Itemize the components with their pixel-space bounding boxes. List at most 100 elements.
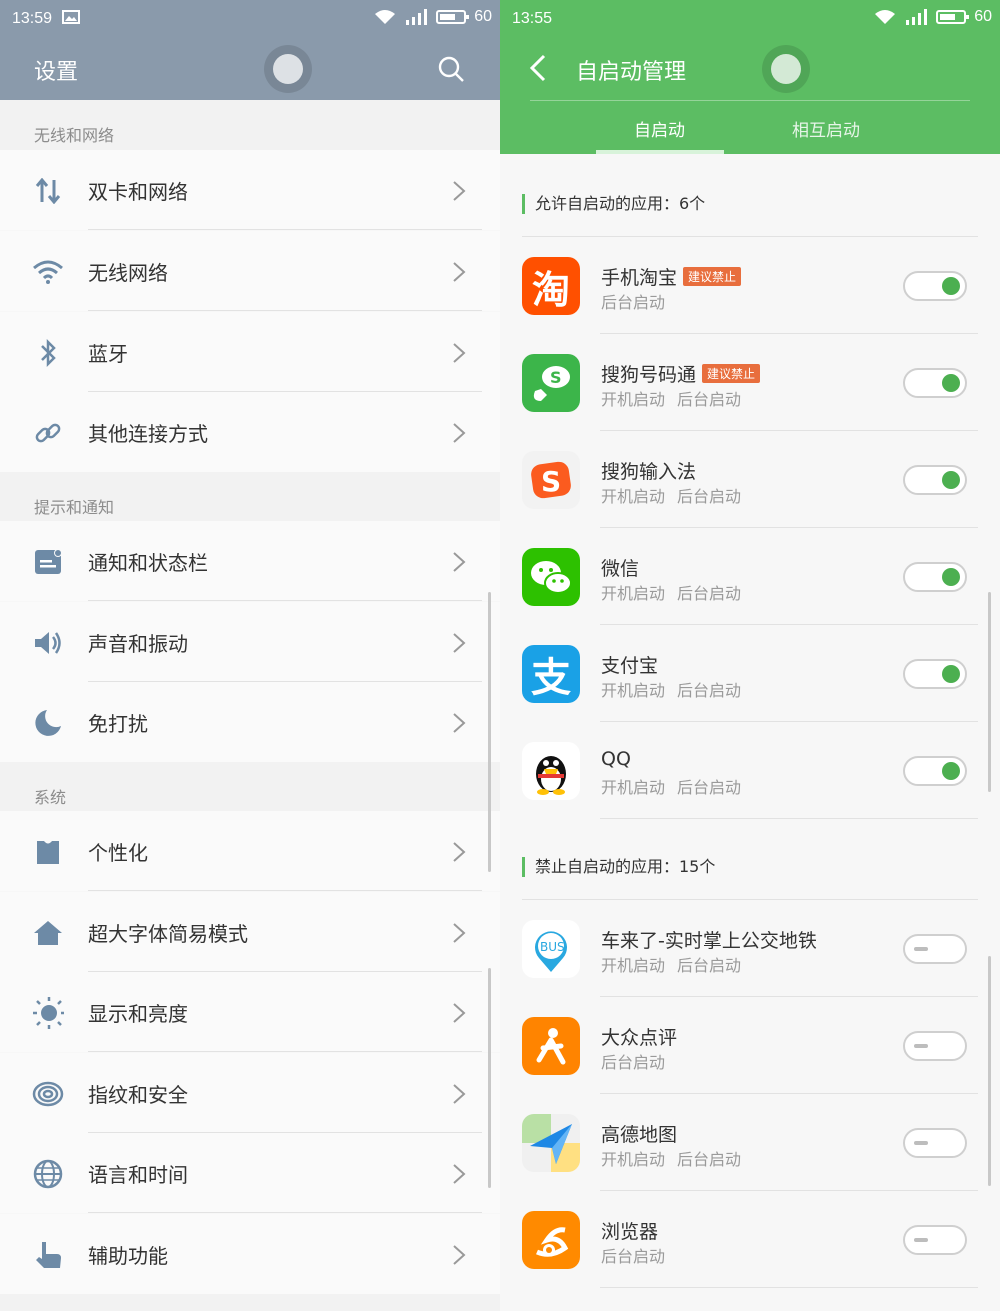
scrollbar[interactable]	[988, 956, 991, 1186]
startup-type-label: 后台启动	[677, 681, 742, 700]
settings-item-label: 显示和亮度	[88, 1002, 188, 1026]
settings-item-label: 其他连接方式	[88, 422, 208, 446]
startup-type-label: 后台启动	[601, 293, 666, 312]
startup-type-label: 后台启动	[677, 390, 742, 409]
section-header-system: 系统	[0, 762, 500, 811]
floating-assist-button[interactable]	[264, 45, 312, 93]
settings-item-wifi[interactable]: 无线网络	[0, 231, 500, 311]
chevron-right-icon	[453, 1164, 466, 1184]
settings-item-label: 指纹和安全	[88, 1083, 188, 1107]
settings-item-other-connections[interactable]: 其他连接方式	[0, 392, 500, 472]
chevron-right-icon	[453, 262, 466, 282]
svg-text:BUS: BUS	[540, 940, 565, 954]
autostart-toggle[interactable]	[903, 465, 967, 495]
settings-item-accessibility[interactable]: 辅助功能	[0, 1214, 500, 1294]
settings-item-label: 声音和振动	[88, 632, 188, 656]
updown-arrows-icon	[32, 176, 64, 206]
suggest-disable-badge: 建议禁止	[702, 364, 761, 383]
app-row: 高德地图 开机启动 后台启动	[500, 1094, 1000, 1191]
hand-icon	[32, 1240, 64, 1270]
app-name: 搜狗号码通	[601, 364, 697, 386]
settings-item-label: 通知和状态栏	[88, 551, 208, 575]
startup-type-label: 开机启动	[601, 390, 666, 409]
scrollbar[interactable]	[488, 592, 491, 872]
autostart-header: 13:55 60 自启动管理 自启动 相互启动	[500, 0, 1000, 154]
app-row: 淘手机淘宝 建议禁止 后台启动	[500, 237, 1000, 334]
chevron-right-icon	[453, 1084, 466, 1104]
wechat-icon	[522, 548, 580, 606]
autostart-toggle[interactable]	[903, 271, 967, 301]
settings-item-label: 辅助功能	[88, 1244, 168, 1268]
image-icon	[62, 10, 80, 24]
startup-type-label: 开机启动	[601, 956, 666, 975]
settings-item-personalization[interactable]: 个性化	[0, 811, 500, 891]
globe-icon	[32, 1159, 64, 1189]
autostart-toggle[interactable]	[903, 562, 967, 592]
active-tab-indicator	[596, 150, 724, 154]
qq-icon	[522, 742, 580, 800]
chevron-right-icon	[453, 552, 466, 572]
autostart-toggle[interactable]	[903, 659, 967, 689]
settings-item-bluetooth[interactable]: 蓝牙	[0, 312, 500, 392]
chevron-right-icon	[453, 1245, 466, 1265]
autostart-manager-screen: 13:55 60 自启动管理 自启动 相互启动 允许自启动的应用：6个 淘手机淘…	[500, 0, 1000, 1311]
autostart-toggle[interactable]	[903, 368, 967, 398]
settings-item-sound[interactable]: 声音和振动	[0, 602, 500, 682]
suggest-disable-badge: 建议禁止	[683, 267, 742, 286]
page-title: 自启动管理	[576, 60, 687, 85]
settings-item-large-font-mode[interactable]: 超大字体简易模式	[0, 892, 500, 972]
autostart-toggle[interactable]	[903, 934, 967, 964]
startup-type-label: 后台启动	[677, 956, 742, 975]
section-spacer	[0, 1294, 500, 1311]
settings-item-language[interactable]: 语言和时间	[0, 1133, 500, 1213]
floating-assist-button[interactable]	[762, 45, 810, 93]
wifi-icon	[32, 257, 64, 287]
search-icon[interactable]	[438, 56, 464, 82]
app-row: S 搜狗输入法 开机启动 后台启动	[500, 431, 1000, 528]
scrollbar[interactable]	[488, 968, 491, 1188]
settings-header: 13:59 60 设置	[0, 0, 500, 100]
autostart-toggle[interactable]	[903, 1031, 967, 1061]
wifi-status-icon	[375, 10, 396, 24]
app-name: 车来了-实时掌上公交地铁	[601, 930, 817, 952]
tab-mutual-start[interactable]: 相互启动	[792, 116, 860, 141]
blocked-apps-title: 禁止自启动的应用：15个	[522, 857, 715, 877]
settings-item-label: 双卡和网络	[88, 180, 188, 204]
status-time: 13:59	[12, 10, 53, 27]
allowed-apps-title: 允许自启动的应用：6个	[522, 194, 705, 214]
status-time: 13:55	[512, 10, 553, 27]
app-name: 手机淘宝	[601, 267, 678, 289]
autostart-toggle[interactable]	[903, 1128, 967, 1158]
autostart-toggle[interactable]	[903, 756, 967, 786]
tab-autostart[interactable]: 自启动	[634, 116, 685, 141]
app-row: 大众点评 后台启动	[500, 997, 1000, 1094]
startup-type-label: 开机启动	[601, 584, 666, 603]
startup-type-label: 后台启动	[677, 1150, 742, 1169]
chevron-right-icon	[453, 633, 466, 653]
page-title: 设置	[34, 60, 79, 85]
settings-item-fingerprint[interactable]: 指纹和安全	[0, 1053, 500, 1133]
settings-item-notification-bar[interactable]: 通知和状态栏	[0, 521, 500, 601]
fingerprint-icon	[32, 1079, 64, 1109]
bluetooth-icon	[32, 338, 64, 368]
startup-type-label: 开机启动	[601, 778, 666, 797]
amap-icon	[522, 1114, 580, 1172]
autostart-toggle[interactable]	[903, 1225, 967, 1255]
chevron-right-icon	[453, 423, 466, 443]
settings-item-label: 个性化	[88, 841, 148, 865]
settings-item-display[interactable]: 显示和亮度	[0, 972, 500, 1052]
battery-level: 60	[474, 8, 492, 25]
startup-type-label: 开机启动	[601, 681, 666, 700]
settings-item-do-not-disturb[interactable]: 免打扰	[0, 682, 500, 762]
shirt-icon	[32, 837, 64, 867]
moon-icon	[32, 708, 64, 738]
app-name: 微信	[601, 558, 640, 580]
startup-type-label: 开机启动	[601, 1150, 666, 1169]
settings-item-dual-sim[interactable]: 双卡和网络	[0, 150, 500, 230]
scrollbar[interactable]	[988, 592, 991, 792]
alipay-icon: 支	[522, 645, 580, 703]
back-arrow-icon[interactable]	[528, 54, 548, 82]
sun-icon	[32, 997, 64, 1029]
app-name: 大众点评	[601, 1027, 678, 1049]
battery-icon	[936, 10, 970, 24]
